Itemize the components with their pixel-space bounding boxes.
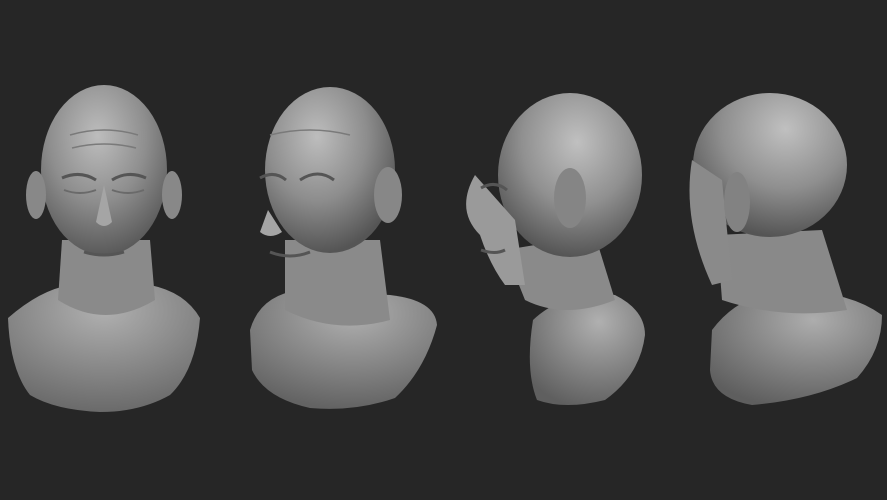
- bust-three-quarter-view: [230, 0, 445, 500]
- bust-back-view: [672, 0, 887, 500]
- sculpt-render-canvas: [0, 0, 887, 500]
- bust-front-view: [0, 0, 215, 500]
- bust-profile-view: [445, 0, 660, 500]
